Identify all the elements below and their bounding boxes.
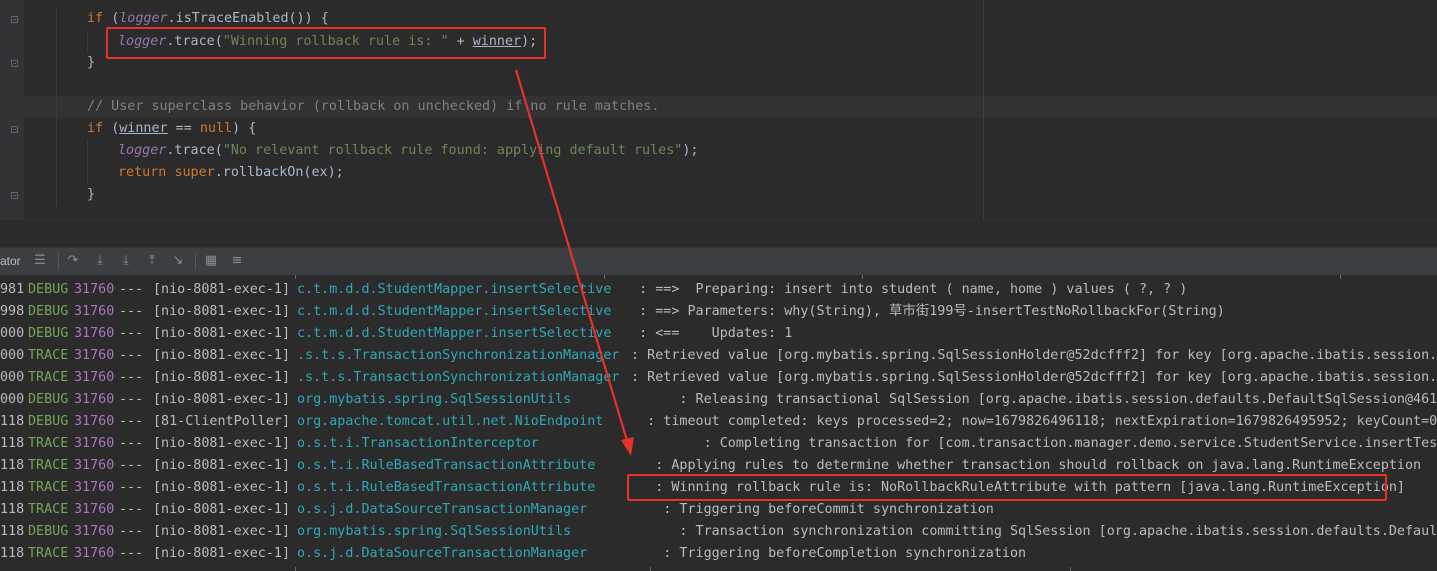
- annotation-arrow: [514, 69, 634, 456]
